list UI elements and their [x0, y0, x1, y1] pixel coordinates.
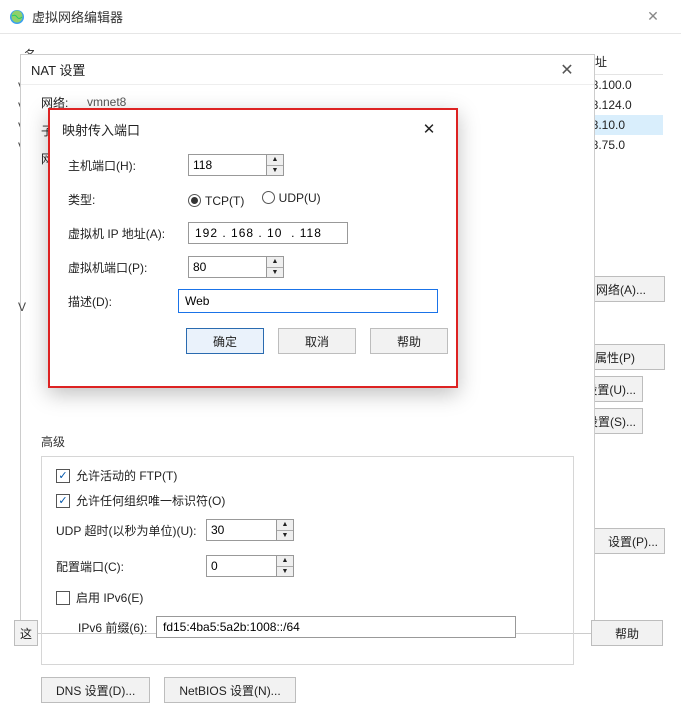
- vm-port-input[interactable]: [188, 256, 266, 278]
- ip-header: 地址: [583, 53, 663, 75]
- nat-close-button[interactable]: ✕: [550, 58, 584, 82]
- map-port-dialog: 映射传入端口 ✕ 主机端口(H): ▲▼ 类型: TCP(T) UD: [48, 108, 458, 388]
- desc-input[interactable]: [178, 289, 438, 313]
- main-help-button[interactable]: 帮助: [591, 620, 663, 646]
- ok-button[interactable]: 确定: [186, 328, 264, 354]
- spin-arrows[interactable]: ▲▼: [266, 154, 284, 176]
- ip-row[interactable]: 68.10.0: [583, 115, 663, 135]
- ftp-label: 允许活动的 FTP(T): [76, 467, 177, 484]
- vm-port-label: 虚拟机端口(P):: [68, 259, 188, 276]
- settings-p-button[interactable]: 设置(P)...: [587, 528, 665, 554]
- host-port-label: 主机端口(H):: [68, 157, 188, 174]
- tcp-label: TCP(T): [205, 194, 244, 208]
- vm-ip-label: 虚拟机 IP 地址(A):: [68, 225, 188, 242]
- advanced-title: 高级: [41, 433, 574, 450]
- udp-timeout-label: UDP 超时(以秒为单位)(U):: [56, 522, 206, 539]
- type-label: 类型:: [68, 191, 188, 208]
- host-port-spin[interactable]: ▲▼: [188, 154, 438, 176]
- checkbox-unchecked-icon: ✓: [56, 591, 70, 605]
- advanced-section: ✓ 允许活动的 FTP(T) ✓ 允许任何组织唯一标识符(O) UDP 超时(以…: [41, 456, 574, 665]
- spin-arrows[interactable]: ▲▼: [266, 256, 284, 278]
- radio-unselected-icon: [262, 191, 275, 204]
- netbios-settings-button[interactable]: NetBIOS 设置(N)...: [164, 677, 295, 703]
- ip-list: 地址 68.100.0 68.124.0 68.10.0 68.75.0: [583, 53, 663, 155]
- ipv6-prefix-input[interactable]: [156, 616, 516, 638]
- checkbox-checked-icon: ✓: [56, 494, 70, 508]
- host-port-input[interactable]: [188, 154, 266, 176]
- nat-dialog-titlebar: NAT 设置 ✕: [21, 55, 594, 85]
- network-value: vmnet8: [87, 95, 126, 109]
- map-close-button[interactable]: ✕: [414, 117, 444, 141]
- udp-label: UDP(U): [279, 191, 321, 205]
- cfg-port-input[interactable]: [206, 555, 276, 577]
- radio-selected-icon: [188, 194, 201, 207]
- ip-row[interactable]: 68.124.0: [583, 95, 663, 115]
- tcp-radio[interactable]: TCP(T): [188, 194, 244, 208]
- ip-row[interactable]: 68.75.0: [583, 135, 663, 155]
- spin-arrows[interactable]: ▲▼: [276, 555, 294, 577]
- nat-dialog-title: NAT 设置: [31, 60, 550, 79]
- ip-row[interactable]: 68.100.0: [583, 75, 663, 95]
- cfg-port-label: 配置端口(C):: [56, 558, 206, 575]
- oui-label: 允许任何组织唯一标识符(O): [76, 492, 225, 509]
- cfg-port-spin[interactable]: ▲▼: [206, 555, 294, 577]
- udp-radio[interactable]: UDP(U): [262, 191, 321, 205]
- help-button[interactable]: 帮助: [370, 328, 448, 354]
- checkbox-checked-icon: ✓: [56, 469, 70, 483]
- ipv6-prefix-label: IPv6 前缀(6):: [78, 619, 156, 636]
- main-close-button[interactable]: ✕: [633, 2, 673, 32]
- main-title: 虚拟网络编辑器: [32, 7, 633, 26]
- udp-timeout-input[interactable]: [206, 519, 276, 541]
- desc-label: 描述(D):: [68, 293, 178, 310]
- cancel-button[interactable]: 取消: [278, 328, 356, 354]
- vm-ip-input[interactable]: [188, 222, 348, 244]
- udp-timeout-spin[interactable]: ▲▼: [206, 519, 294, 541]
- app-icon: [8, 8, 26, 26]
- ftp-checkbox[interactable]: ✓ 允许活动的 FTP(T): [56, 467, 559, 484]
- dns-settings-button[interactable]: DNS 设置(D)...: [41, 677, 150, 703]
- main-titlebar: 虚拟网络编辑器 ✕: [0, 0, 681, 34]
- map-dialog-titlebar: 映射传入端口 ✕: [50, 110, 456, 148]
- ipv6-checkbox[interactable]: ✓ 启用 IPv6(E): [56, 589, 559, 606]
- spin-arrows[interactable]: ▲▼: [276, 519, 294, 541]
- vm-port-spin[interactable]: ▲▼: [188, 256, 438, 278]
- map-dialog-title: 映射传入端口: [62, 120, 414, 139]
- oui-checkbox[interactable]: ✓ 允许任何组织唯一标识符(O): [56, 492, 559, 509]
- ipv6-label: 启用 IPv6(E): [76, 589, 143, 606]
- row-prefix: V: [18, 300, 26, 314]
- truncated-button[interactable]: 这: [14, 620, 38, 646]
